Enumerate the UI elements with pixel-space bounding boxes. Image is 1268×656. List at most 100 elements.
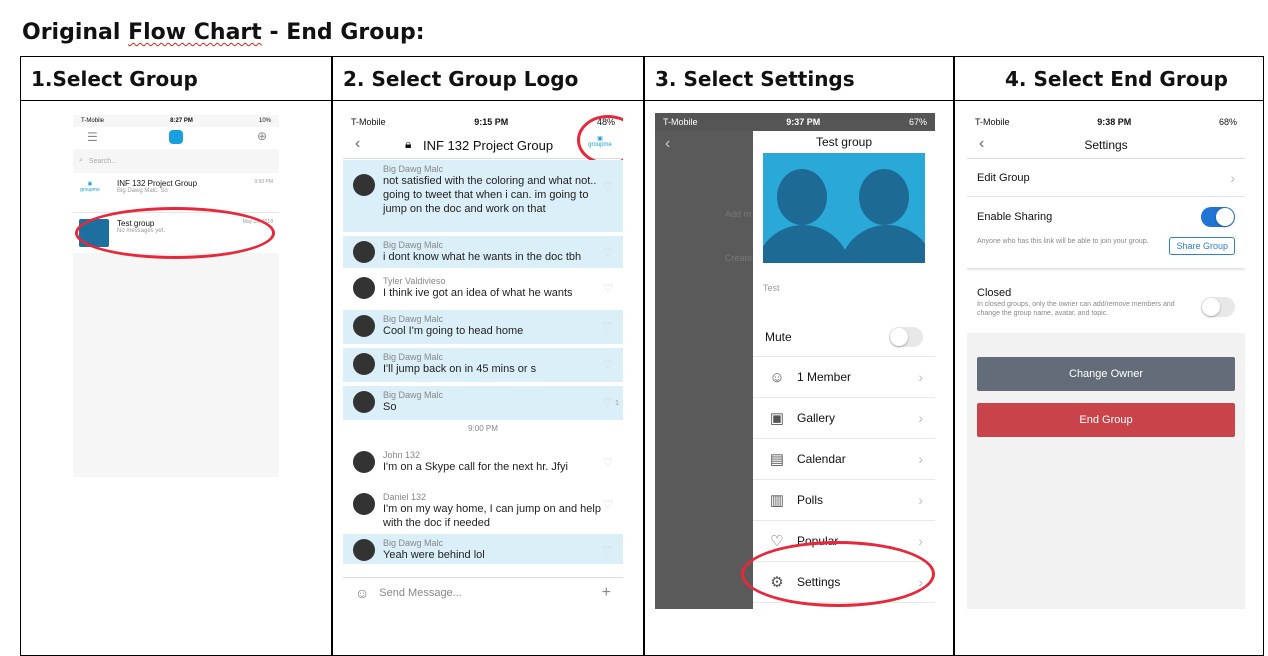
group-caption: Test: [763, 283, 780, 293]
phone-screen-3: T-Mobile 9:37 PM 67% ‹ Add m Create Test…: [655, 113, 935, 609]
chat-message: Big Dawg Malc I'll jump back on in 45 min…: [343, 348, 623, 382]
avatar: [353, 241, 375, 263]
message-author: John 132: [383, 450, 421, 460]
search-input[interactable]: Search...: [89, 158, 117, 165]
status-carrier: T-Mobile: [663, 117, 698, 127]
chevron-right-icon: ›: [1230, 169, 1235, 186]
heart-icon[interactable]: ♡: [603, 282, 613, 295]
heart-icon[interactable]: ♡: [603, 396, 613, 409]
edit-group-row[interactable]: Edit Group ›: [967, 159, 1245, 197]
header-step-3: 3. Select Settings: [655, 67, 855, 91]
status-time: 9:37 PM: [786, 117, 821, 127]
bg-label-create: Create: [725, 253, 753, 263]
back-button[interactable]: ‹: [355, 135, 360, 153]
chat-message: Tyler Valdivieso I think ive got an idea …: [343, 272, 623, 306]
bg-label-add: Add m: [725, 209, 752, 219]
heart-icon[interactable]: ♡: [603, 246, 613, 259]
avatar: [353, 493, 375, 515]
chat-message: Big Dawg Malc i dont know what he wants i…: [343, 236, 623, 268]
status-carrier: T-Mobile: [975, 117, 1010, 127]
chevron-right-icon: ›: [918, 410, 923, 426]
back-button[interactable]: ‹: [665, 135, 670, 153]
compose-icon[interactable]: ⊕: [257, 129, 267, 143]
members-icon: ☺: [769, 368, 785, 386]
end-group-button[interactable]: End Group: [977, 403, 1235, 437]
avatar: [353, 174, 375, 196]
change-owner-button[interactable]: Change Owner: [977, 357, 1235, 391]
status-carrier: T-Mobile: [81, 118, 105, 124]
heart-icon[interactable]: ♡: [603, 456, 613, 469]
message-text: Cool I'm going to head home: [383, 325, 524, 337]
menu-item-1-member[interactable]: ☺ 1 Member ›: [753, 357, 935, 398]
header-step-4: 4. Select End Group: [1005, 67, 1228, 91]
header-step-2: 2. Select Group Logo: [343, 67, 579, 91]
heart-icon[interactable]: ♡: [603, 180, 613, 193]
mute-toggle[interactable]: [889, 327, 923, 347]
group-avatar: [763, 153, 925, 263]
phone-screen-1: T-Mobile 8:27 PM 10% ☰ ⊕ ⌕ Search... ▣ gr…: [73, 115, 279, 477]
group-logo: ▣ groupme: [80, 181, 100, 193]
avatar: [353, 451, 375, 473]
status-time: 8:27 PM: [170, 118, 193, 124]
menu-icon[interactable]: ☰: [87, 130, 98, 144]
message-text: I'll jump back on in 45 mins or s: [383, 363, 537, 375]
message-author: Big Dawg Malc: [383, 314, 444, 324]
enable-sharing-label: Enable Sharing: [977, 211, 1053, 223]
chat-title: INF 132 Project Group: [423, 138, 554, 153]
status-carrier: T-Mobile: [351, 117, 386, 127]
heart-icon[interactable]: ♡: [603, 358, 613, 371]
menu-item-gallery[interactable]: ▣ Gallery ›: [753, 398, 935, 439]
message-author: Tyler Valdivieso: [383, 276, 446, 286]
heart-icon[interactable]: ♡: [603, 498, 613, 511]
closed-label: Closed: [977, 287, 1012, 299]
emoji-icon[interactable]: ☺: [355, 585, 369, 601]
avatar: [353, 391, 375, 413]
message-author: Daniel 132: [383, 492, 427, 502]
message-text: I'm on a Skype call for the next hr. Jfy…: [383, 461, 568, 473]
message-text: i dont know what he wants in the doc tbh: [383, 251, 582, 263]
heart-icon[interactable]: ♡: [603, 544, 613, 557]
chat-message: Big Dawg Malc So ♡ 1: [343, 386, 623, 420]
share-group-button[interactable]: Share Group: [1169, 237, 1235, 255]
avatar: [353, 277, 375, 299]
group-name: INF 132 Project Group: [117, 179, 198, 188]
closed-toggle[interactable]: [1201, 297, 1235, 317]
flow-table: 1.Select Group 2. Select Group Logo 3. S…: [20, 56, 1264, 656]
menu-item-calendar[interactable]: ▤ Calendar ›: [753, 439, 935, 480]
heart-icon[interactable]: ♡: [603, 320, 613, 333]
message-author: Big Dawg Malc: [383, 164, 444, 174]
phone-screen-4: T-Mobile 9:38 PM 68% ‹ Settings Edit Gro…: [967, 113, 1245, 609]
menu-item-label: Polls: [797, 493, 824, 507]
status-battery: 67%: [908, 117, 927, 127]
side-drawer: Test group Test Mute ☺ 1 Member › ▣ Gallery ›…: [753, 131, 935, 609]
add-attachment-icon[interactable]: +: [602, 584, 611, 602]
message-author: Big Dawg Malc: [383, 538, 444, 548]
mute-label: Mute: [765, 329, 792, 344]
closed-section: Closed In closed groups, only the owner …: [967, 271, 1245, 333]
chat-log: Big Dawg Malc not satisfied with the colo…: [343, 160, 623, 575]
phone-screen-2: T-Mobile 9:15 PM 48% ‹ 🔒︎ INF 132 Projec…: [343, 113, 623, 607]
chevron-right-icon: ›: [918, 533, 923, 549]
polls-icon: ▥: [769, 492, 785, 509]
menu-item-polls[interactable]: ▥ Polls ›: [753, 480, 935, 521]
chat-message: Big Dawg Malc not satisfied with the colo…: [343, 160, 623, 232]
sharing-section: Enable Sharing Anyone who has this link …: [967, 197, 1245, 269]
message-author: Big Dawg Malc: [383, 390, 444, 400]
time-divider: 9:00 PM: [468, 424, 498, 433]
groupme-logo-icon: [169, 130, 183, 144]
settings-title: Settings: [1084, 138, 1128, 152]
chevron-right-icon: ›: [918, 451, 923, 467]
sharing-toggle[interactable]: [1201, 207, 1235, 227]
menu-item-label: Gallery: [797, 411, 836, 425]
calendar-icon: ▤: [769, 451, 785, 468]
highlight-ring: [75, 207, 275, 259]
menu-item-label: Calendar: [797, 452, 846, 466]
menu-item-label: 1 Member: [797, 370, 852, 384]
status-time: 9:38 PM: [1097, 117, 1132, 127]
avatar: [353, 539, 375, 561]
like-count: 1: [615, 400, 619, 407]
message-input[interactable]: Send Message...: [379, 587, 462, 599]
avatar: [353, 315, 375, 337]
closed-description: In closed groups, only the owner can add…: [977, 301, 1175, 317]
lock-icon: 🔒︎: [405, 137, 412, 151]
